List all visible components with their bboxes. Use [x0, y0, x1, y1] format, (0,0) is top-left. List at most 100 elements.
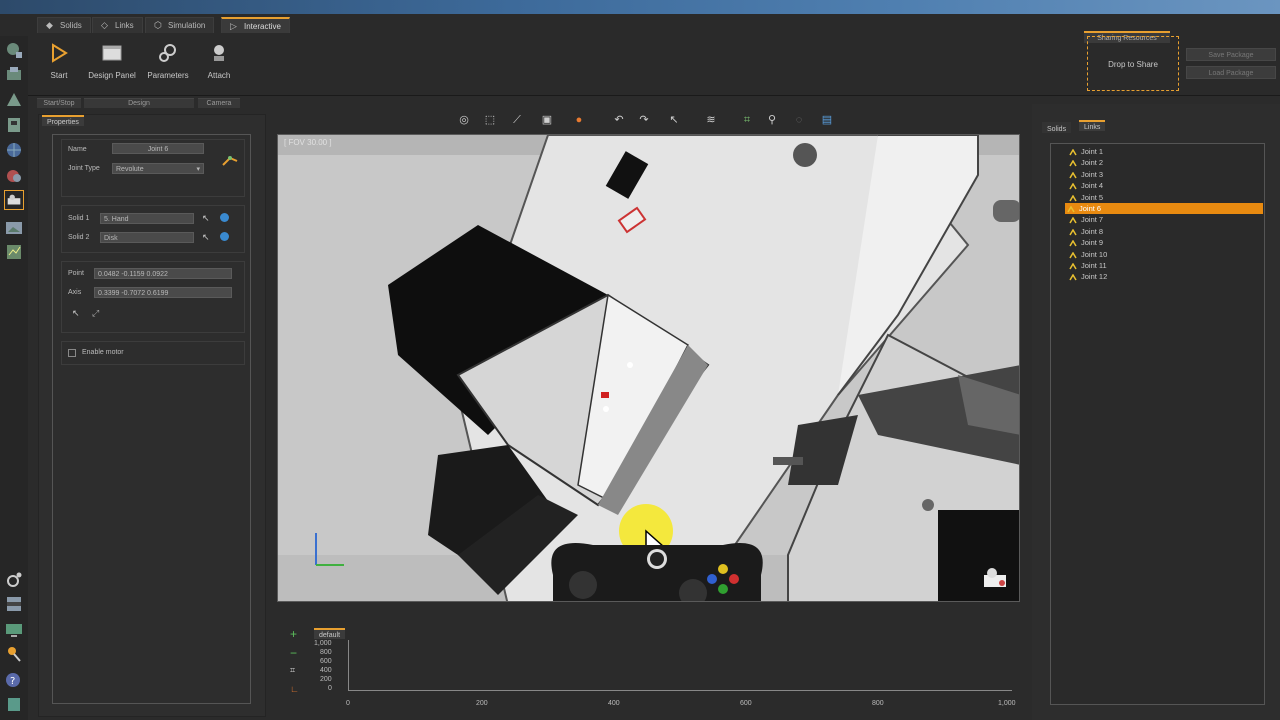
- list-item[interactable]: Joint 1: [1067, 146, 1103, 157]
- remove-icon[interactable]: −: [290, 646, 297, 660]
- pin-tool-icon[interactable]: [4, 644, 24, 664]
- list-item[interactable]: Joint 3: [1067, 169, 1103, 180]
- solids-tool-icon[interactable]: [4, 40, 24, 60]
- add-icon[interactable]: +: [290, 627, 297, 641]
- solid2-field[interactable]: Disk: [100, 232, 194, 243]
- motor-section: Enable motor: [61, 341, 245, 365]
- x-tick-label: 400: [608, 700, 620, 707]
- fit-icon[interactable]: ⌗: [740, 113, 754, 127]
- properties-content: Name Joint 6 Joint Type Revolute ▾ Solid…: [52, 134, 251, 704]
- simulation-icon: ⬡: [154, 20, 162, 30]
- zoom-icon[interactable]: ⚲: [765, 113, 779, 127]
- enable-motor-checkbox[interactable]: [68, 349, 76, 357]
- joint-type-select[interactable]: Revolute ▾: [112, 163, 204, 174]
- solids-icon: ◆: [46, 20, 53, 30]
- solid1-field[interactable]: 5. Hand: [100, 213, 194, 224]
- tab-links-panel[interactable]: Links: [1079, 120, 1106, 131]
- robot-arm-tool-icon[interactable]: [4, 190, 24, 210]
- list-item[interactable]: Joint 6: [1065, 203, 1263, 214]
- axes-icon[interactable]: ∟: [290, 684, 299, 694]
- pick-axis-icon[interactable]: ⤢: [92, 308, 99, 319]
- package-tool-icon[interactable]: [4, 694, 24, 714]
- x-tick-label: 0: [346, 700, 350, 707]
- list-item[interactable]: Joint 8: [1067, 226, 1103, 237]
- solid1-pick-icon[interactable]: ↖: [202, 213, 210, 224]
- joint-icon: [1069, 182, 1077, 190]
- material-tool-icon[interactable]: [4, 166, 24, 186]
- solid2-pick-icon[interactable]: ↖: [202, 232, 210, 243]
- list-item[interactable]: Joint 5: [1067, 192, 1103, 203]
- list-item[interactable]: Joint 7: [1067, 214, 1103, 225]
- y-axis: [348, 640, 349, 690]
- image-tool-icon[interactable]: [4, 218, 24, 238]
- physics-tool-icon[interactable]: [4, 90, 24, 110]
- y-tick-label: 200: [320, 676, 332, 683]
- joint-icon: [1069, 194, 1077, 201]
- links-tree: Joint 1 Joint 2 Joint 3 Joint 4 Joint 5 Joint…: [1050, 143, 1265, 705]
- joint-icon: [1069, 171, 1077, 179]
- orbit-icon[interactable]: ◎: [457, 113, 471, 127]
- properties-tab[interactable]: Properties: [42, 115, 84, 126]
- tab-links[interactable]: ◇ Links: [92, 17, 143, 33]
- y-tick-label: 800: [320, 649, 332, 656]
- redo-icon[interactable]: ↷: [637, 113, 651, 127]
- solids-section: Solid 1 5. Hand ↖ Solid 2 Disk ↖: [61, 205, 245, 253]
- tab-solids-panel[interactable]: Solids: [1042, 122, 1072, 133]
- chart-tool-icon[interactable]: [4, 242, 24, 262]
- point-field[interactable]: 0.0482 -0.1159 0.0922: [94, 268, 232, 279]
- start-icon: [52, 43, 68, 63]
- drop-to-share-zone[interactable]: Drop to Share: [1087, 36, 1179, 91]
- tab-simulation[interactable]: ⬡ Simulation: [145, 17, 215, 33]
- assembly-tool-icon[interactable]: [4, 64, 24, 84]
- y-tick-label: 400: [320, 667, 332, 674]
- grid-icon[interactable]: ⌗: [290, 665, 295, 676]
- help-icon[interactable]: ?: [4, 670, 24, 690]
- list-item[interactable]: Joint 11: [1067, 260, 1107, 271]
- undo-icon[interactable]: ↶: [612, 113, 626, 127]
- tab-solids[interactable]: ◆ Solids: [37, 17, 91, 33]
- globe-tool-icon[interactable]: [4, 140, 24, 160]
- list-item[interactable]: Joint 10: [1067, 249, 1107, 260]
- axis-field[interactable]: 0.3399 -0.7072 0.6199: [94, 287, 232, 298]
- robot-tool-icon[interactable]: [4, 115, 24, 135]
- list-item[interactable]: Joint 2: [1067, 157, 1103, 168]
- attach-button[interactable]: Attach: [191, 42, 247, 84]
- joint-icon: [1069, 273, 1077, 281]
- render-mode-icon[interactable]: ●: [572, 113, 586, 127]
- viewport-toolbar: ◎ ⬚ ⟋ ▣ ● ↶ ↷ ↖ ≋ ⌗ ⚲ ◌ ▤: [452, 110, 842, 130]
- tab-interactive[interactable]: ▷ Interactive: [221, 17, 290, 33]
- view-cube-icon[interactable]: ▣: [540, 113, 554, 127]
- y-tick-label: 1,000: [314, 640, 332, 647]
- 3d-viewport[interactable]: [ FOV 30.00 ]: [277, 134, 1020, 602]
- select-icon[interactable]: ↖: [667, 113, 681, 127]
- measure-icon[interactable]: ⟋: [510, 113, 524, 127]
- hide-icon[interactable]: ◌: [792, 113, 806, 127]
- joint-icon: [1069, 148, 1077, 156]
- zoom-box-icon[interactable]: ⬚: [483, 113, 497, 127]
- align-icon[interactable]: ≋: [704, 113, 718, 127]
- enable-motor-label: Enable motor: [82, 349, 124, 356]
- start-button[interactable]: Start: [31, 42, 87, 84]
- screenshot-icon[interactable]: ▤: [820, 113, 834, 127]
- load-package-button[interactable]: Load Package: [1186, 66, 1276, 79]
- joint-icon: [1069, 262, 1077, 270]
- list-item[interactable]: Joint 9: [1067, 237, 1103, 248]
- list-item[interactable]: Joint 4: [1067, 180, 1103, 191]
- name-field[interactable]: Joint 6: [112, 143, 204, 154]
- save-package-button[interactable]: Save Package: [1186, 48, 1276, 61]
- timeline-graph[interactable]: 1,000 800 600 400 200 0 0 200 400 600 80…: [314, 640, 1016, 707]
- attach-icon: [214, 45, 224, 61]
- links-icon: ◇: [101, 20, 108, 30]
- parameters-button[interactable]: Parameters: [140, 42, 196, 84]
- solid1-highlight-icon[interactable]: [220, 213, 229, 222]
- design-panel-button[interactable]: Design Panel: [84, 42, 140, 84]
- solid2-highlight-icon[interactable]: [220, 232, 229, 241]
- film-tool-icon[interactable]: [4, 594, 24, 614]
- chevron-down-icon: ▾: [196, 166, 200, 173]
- list-item[interactable]: Joint 12: [1067, 271, 1107, 282]
- ribbon: ◆ Solids ◇ Links ⬡ Simulation ▷ Interactive …: [0, 14, 1280, 108]
- pick-point-icon[interactable]: ↖: [72, 308, 80, 319]
- settings-tool-icon[interactable]: [4, 570, 24, 590]
- timeline-default-tab[interactable]: default: [314, 628, 346, 639]
- display-tool-icon[interactable]: [4, 620, 24, 640]
